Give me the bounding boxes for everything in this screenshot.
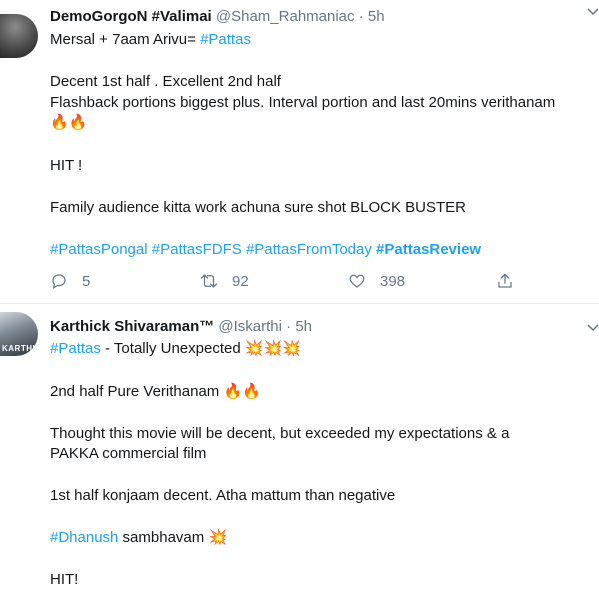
tweet[interactable]: KARTHIN Karthick Shivaraman™ @Iskarthi ·… [0,304,599,589]
collision-emoji: 💥 [208,529,228,546]
reply-button[interactable]: 5 [50,272,90,290]
tweet-text-line: Mersal + 7aam Arivu= #Pattas [50,30,251,50]
tweet-text-line: 2nd half Pure Verithanam 🔥🔥 [50,382,261,402]
tweet-text-line: Flashback portions biggest plus. Interva… [50,94,556,111]
fire-emoji: 🔥🔥 [223,383,261,400]
reply-count: 5 [82,272,91,290]
tweet-text-line: 1st half konjaam decent. Atha mattum tha… [50,487,396,504]
text: sambhavam [118,529,209,546]
tweet-text-line: PAKKA commercial film [50,445,207,462]
hashtag-link[interactable]: #PattasReview [376,241,481,258]
retweet-button[interactable]: 92 [200,272,249,290]
like-icon [349,274,365,288]
separator-dot: · [358,8,364,25]
tweet-text-line: Thought this movie will be decent, but e… [50,425,510,442]
hashtag-link[interactable]: #PattasFromToday [246,241,372,258]
hashtag-link[interactable]: #Pattas [200,31,251,48]
collision-emoji: 💥💥💥 [244,340,301,357]
separator-dot: · [286,318,292,335]
display-name[interactable]: Karthick Shivaraman™ [50,318,214,335]
timestamp[interactable]: 5h [368,8,385,25]
retweet-count: 92 [232,272,249,290]
share-icon [498,273,512,288]
handle[interactable]: @Iskarthi [218,318,282,335]
tweet-text-line: #Dhanush sambhavam 💥 [50,528,227,548]
like-button[interactable]: 398 [348,272,405,290]
avatar[interactable]: KARTHIN [0,312,38,356]
handle[interactable]: @Sham_Rahmaniac [216,8,355,25]
tweet-header: Karthick Shivaraman™ @Iskarthi · 5h [50,318,312,335]
hashtag-link[interactable]: #Dhanush [50,529,118,546]
avatar[interactable] [0,14,38,58]
reply-icon [52,274,66,290]
share-button[interactable] [496,272,528,290]
display-name[interactable]: DemoGorgoN #Valimai [50,8,212,25]
tweet-header: DemoGorgoN #Valimai @Sham_Rahmaniac · 5h [50,8,385,25]
tweet-text-line: Decent 1st half . Excellent 2nd half [50,73,281,90]
tweet-text-line: HIT ! [50,157,83,174]
hashtag-link[interactable]: #PattasFDFS [152,241,242,258]
retweet-icon [200,274,218,288]
tweet[interactable]: DemoGorgoN #Valimai @Sham_Rahmaniac · 5h… [0,0,599,303]
tweet-text-line: HIT! [50,571,79,588]
text: 2nd half Pure Verithanam [50,383,224,400]
text: - Totally Unexpected [100,340,245,357]
chevron-down-icon[interactable] [587,322,599,334]
hashtag-link[interactable]: #Pattas [50,340,101,357]
tweet-text-line: Family audience kitta work achuna sure s… [50,199,467,216]
text: Mersal + 7aam Arivu= [50,31,201,48]
hashtag-link[interactable]: #PattasPongal [50,241,148,258]
tweet-text-line: #Pattas - Totally Unexpected 💥💥💥 [50,339,301,359]
tweet-actions: 5 92 398 [50,272,580,292]
like-count: 398 [380,272,406,290]
fire-emoji: 🔥🔥 [50,114,88,131]
chevron-down-icon[interactable] [587,6,599,18]
hashtag-line: #PattasPongal #PattasFDFS #PattasFromTod… [50,240,481,260]
avatar-text: KARTHIN [2,344,38,353]
timestamp[interactable]: 5h [295,318,312,335]
